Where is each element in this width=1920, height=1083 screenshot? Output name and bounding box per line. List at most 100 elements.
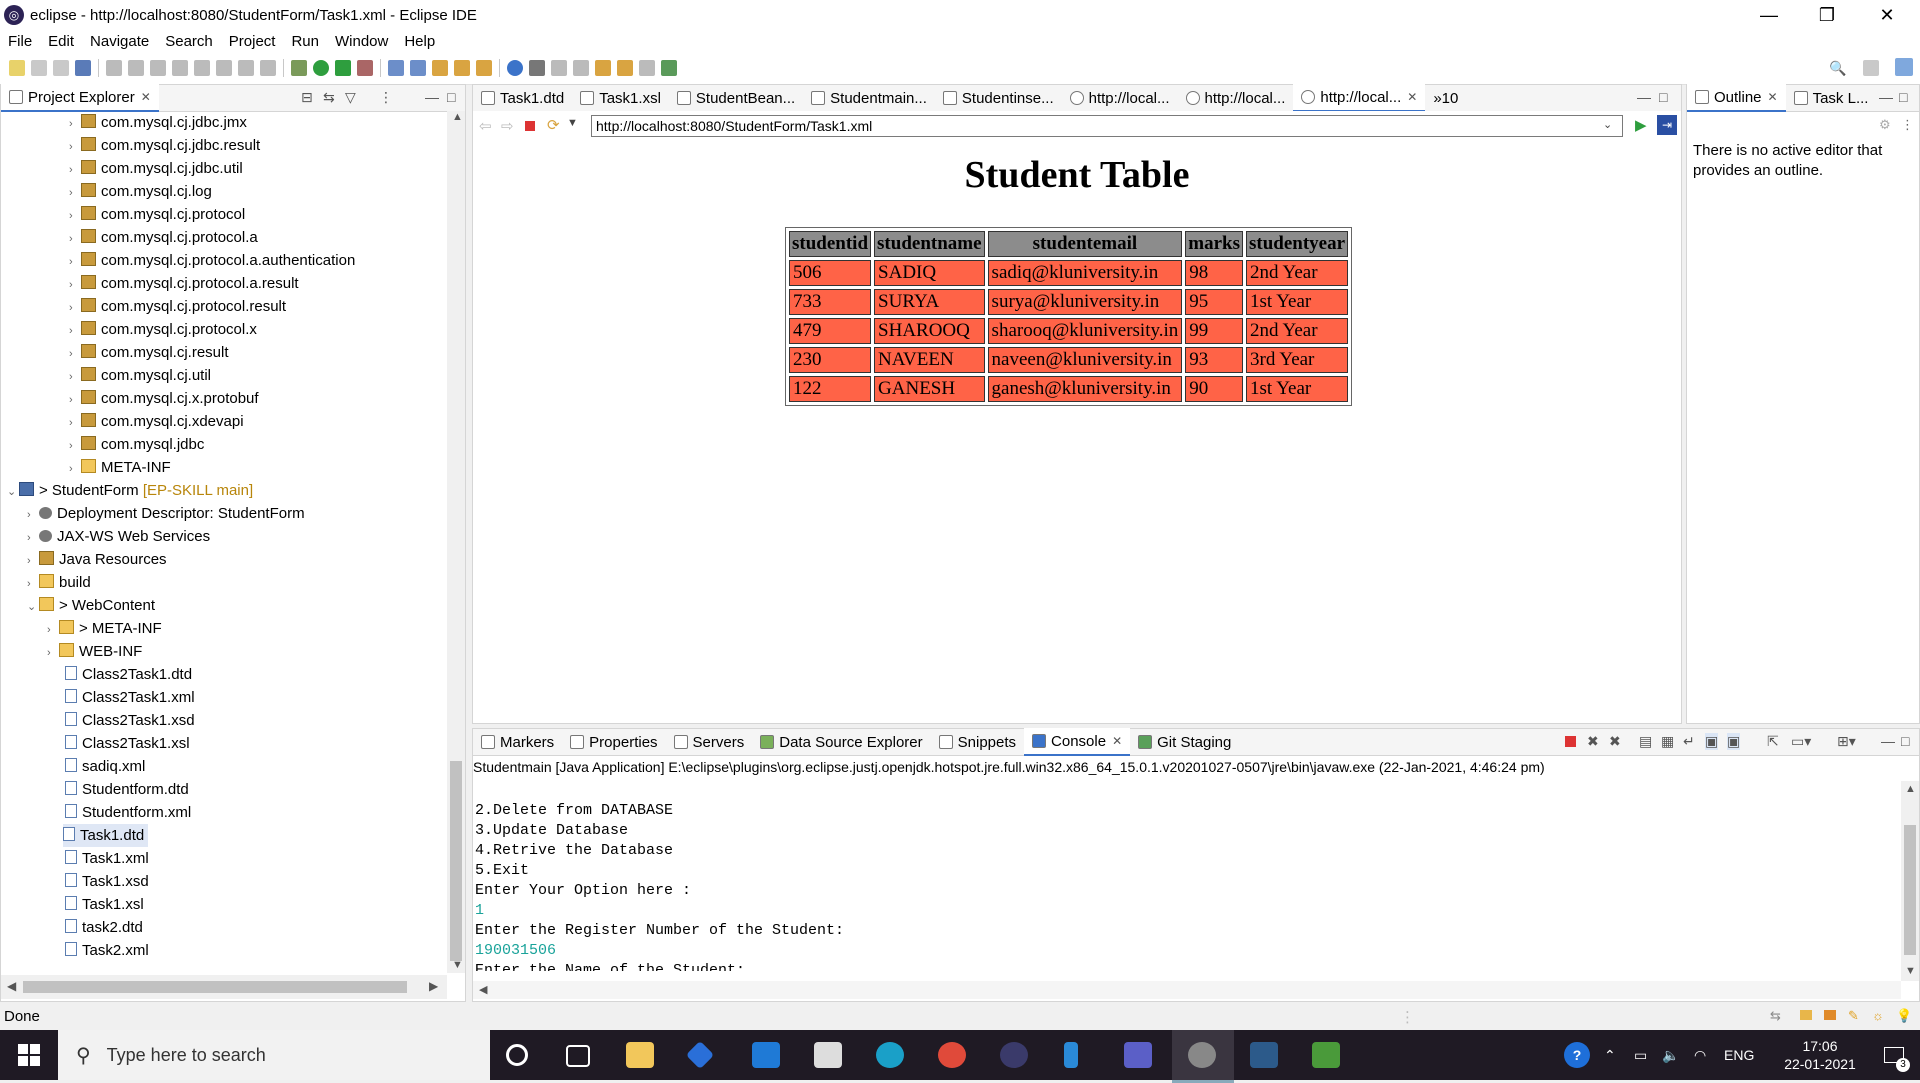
- tree-item[interactable]: › Deployment Descriptor: StudentForm: [27, 502, 305, 525]
- expand-icon[interactable]: ›: [69, 274, 81, 297]
- tree-item[interactable]: › com.mysql.cj.protocol.a.result: [69, 272, 299, 295]
- toggle-mark-icon[interactable]: [529, 60, 545, 76]
- open-task-icon[interactable]: [454, 60, 470, 76]
- nav-dropdown-icon[interactable]: ▼: [567, 117, 578, 129]
- status-edit-icon[interactable]: ✎: [1848, 1008, 1859, 1024]
- language-indicator[interactable]: ENG: [1724, 1030, 1754, 1080]
- close-tab-icon[interactable]: ✕: [1112, 734, 1122, 748]
- tree-item[interactable]: › > META-INF: [47, 617, 162, 640]
- expand-icon[interactable]: ›: [69, 205, 81, 228]
- tree-item[interactable]: ⌄ > WebContent: [27, 594, 155, 617]
- tree-vertical-scrollbar[interactable]: ▲ ▼: [447, 111, 465, 973]
- cortana-icon[interactable]: [506, 1044, 528, 1066]
- clear-console-icon[interactable]: ▤: [1639, 733, 1652, 750]
- expand-icon[interactable]: ›: [69, 366, 81, 389]
- minimize-view-icon[interactable]: —: [1881, 733, 1895, 749]
- new-icon[interactable]: [9, 60, 25, 76]
- tab-studentbean[interactable]: StudentBean...: [669, 85, 803, 111]
- step-return-icon[interactable]: [260, 60, 276, 76]
- close-tab-icon[interactable]: ✕: [1407, 90, 1417, 104]
- step-over-icon[interactable]: [238, 60, 254, 76]
- tree-item-file[interactable]: Class2Task1.xsd: [65, 709, 195, 732]
- scroll-left-icon[interactable]: ◀: [7, 979, 16, 993]
- collapse-all-icon[interactable]: ⊟: [301, 89, 313, 106]
- tab-studentinse[interactable]: Studentinse...: [935, 85, 1062, 111]
- tab-overflow[interactable]: »10: [1425, 85, 1466, 111]
- search-tool-icon[interactable]: [476, 60, 492, 76]
- suspend-icon[interactable]: [150, 60, 166, 76]
- collapse-icon[interactable]: ⌄: [27, 596, 39, 619]
- vscode-icon[interactable]: [1064, 1042, 1078, 1068]
- coverage-icon[interactable]: [335, 60, 351, 76]
- status-tip-icon[interactable]: 💡: [1896, 1008, 1912, 1024]
- web-browser-icon[interactable]: [507, 60, 523, 76]
- back-icon[interactable]: [617, 60, 633, 76]
- pin-console-icon[interactable]: ⇱: [1767, 733, 1779, 750]
- go-icon[interactable]: ▶: [1635, 116, 1647, 134]
- dropbox-icon[interactable]: [685, 1040, 715, 1070]
- tree-item[interactable]: › com.mysql.cj.result: [69, 341, 229, 364]
- tab-git-staging[interactable]: Git Staging: [1130, 729, 1239, 755]
- tree-item[interactable]: › com.mysql.cj.jdbc.util: [69, 157, 243, 180]
- expand-icon[interactable]: ›: [69, 113, 81, 136]
- menu-search[interactable]: Search: [157, 33, 221, 50]
- tree-item[interactable]: › WEB-INF: [47, 640, 142, 663]
- tree-item[interactable]: › JAX-WS Web Services: [27, 525, 210, 548]
- windows-start-icon[interactable]: [18, 1044, 40, 1066]
- tree-item[interactable]: › Java Resources: [27, 548, 167, 571]
- expand-icon[interactable]: ›: [69, 136, 81, 159]
- tree-item[interactable]: › com.mysql.cj.jdbc.jmx: [69, 111, 247, 134]
- word-wrap-icon[interactable]: ↵: [1683, 733, 1695, 750]
- notepad-icon[interactable]: [1312, 1042, 1340, 1068]
- tree-horizontal-scrollbar[interactable]: ◀ ▶: [1, 975, 447, 999]
- console-output[interactable]: 2.Delete from DATABASE 3.Update Database 4…: [475, 781, 1895, 971]
- expand-icon[interactable]: ›: [47, 619, 59, 642]
- expand-icon[interactable]: ›: [69, 251, 81, 274]
- run-icon[interactable]: [313, 60, 329, 76]
- expand-icon[interactable]: ›: [69, 182, 81, 205]
- remove-launch-icon[interactable]: ✖: [1587, 733, 1599, 750]
- minimize-view-icon[interactable]: —: [425, 89, 439, 105]
- show-on-stdout-icon[interactable]: ▣: [1705, 733, 1719, 750]
- tab-browser-2[interactable]: http://local...: [1178, 85, 1294, 111]
- minimize-button[interactable]: —: [1740, 0, 1798, 30]
- tree-item[interactable]: › com.mysql.cj.protocol.a.authentication: [69, 249, 355, 272]
- menu-project[interactable]: Project: [221, 33, 284, 50]
- eclipse-active-icon[interactable]: [1188, 1042, 1216, 1068]
- tree-item-file[interactable]: Studentform.dtd: [65, 778, 189, 801]
- menu-edit[interactable]: Edit: [40, 33, 82, 50]
- tree-item-file[interactable]: Class2Task1.xsl: [65, 732, 190, 755]
- tree-item[interactable]: › com.mysql.jdbc: [69, 433, 204, 456]
- search-icon[interactable]: 🔍: [1829, 60, 1846, 76]
- teams-icon[interactable]: [1124, 1042, 1152, 1068]
- debug-icon[interactable]: [291, 60, 307, 76]
- outline-toolbar-icon[interactable]: ⚙: [1879, 117, 1891, 133]
- expand-icon[interactable]: ›: [69, 159, 81, 182]
- tree-item-file[interactable]: Studentform.xml: [65, 801, 191, 824]
- tree-item-file[interactable]: sadiq.xml: [65, 755, 145, 778]
- remote-desktop-icon[interactable]: [1250, 1042, 1278, 1068]
- maximize-editor-icon[interactable]: □: [1659, 89, 1667, 105]
- expand-icon[interactable]: ›: [27, 550, 39, 573]
- menu-navigate[interactable]: Navigate: [82, 33, 157, 50]
- prev-annotation-icon[interactable]: [573, 60, 589, 76]
- tree-item-project[interactable]: ⌄ > StudentForm [EP-SKILL main]: [7, 479, 253, 502]
- external-browser-icon[interactable]: ⇥: [1657, 115, 1677, 135]
- chrome-icon[interactable]: [938, 1042, 966, 1068]
- maximize-view-icon[interactable]: □: [1901, 733, 1909, 749]
- expand-icon[interactable]: ›: [69, 389, 81, 412]
- refresh-icon[interactable]: ⟳: [547, 116, 560, 134]
- scroll-up-icon[interactable]: ▲: [452, 111, 463, 123]
- open-perspective-icon[interactable]: [1863, 60, 1879, 76]
- expand-icon[interactable]: ›: [69, 228, 81, 251]
- restore-button[interactable]: ❐: [1798, 0, 1856, 30]
- notification-center-icon[interactable]: 3: [1874, 1030, 1914, 1080]
- tab-browser-1[interactable]: http://local...: [1062, 85, 1178, 111]
- expand-icon[interactable]: ›: [69, 435, 81, 458]
- scroll-right-icon[interactable]: ▶: [429, 979, 438, 993]
- display-console-icon[interactable]: ▭▾: [1791, 733, 1811, 750]
- console-vertical-scrollbar[interactable]: ▲ ▼: [1901, 781, 1919, 981]
- external-tools-icon[interactable]: [357, 60, 373, 76]
- remove-all-icon[interactable]: ✖: [1609, 733, 1621, 750]
- back-icon[interactable]: ⇦: [479, 117, 492, 135]
